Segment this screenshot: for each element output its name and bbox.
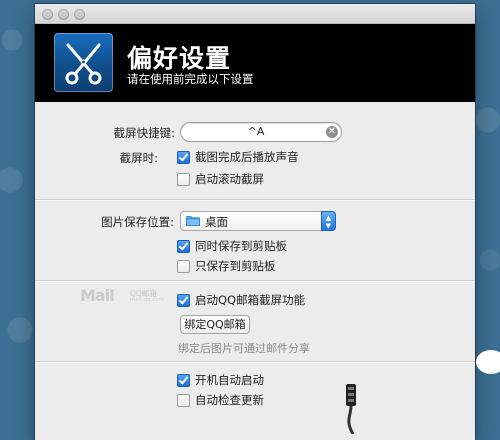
copy-to-clipboard-checkbox[interactable] <box>177 239 190 253</box>
preferences-window: 偏好设置 请在使用前完成以下设置 截屏快捷键: ^A ✕ 截屏时: 截图完成后播… <box>35 4 475 440</box>
launch-at-login-checkbox[interactable] <box>177 373 190 387</box>
bind-qq-mail-button[interactable]: 绑定QQ邮箱 <box>180 315 250 334</box>
qq-mail-capture-label: 启动QQ邮箱截屏功能 <box>195 293 306 307</box>
qq-mail-capture-option[interactable]: 启动QQ邮箱截屏功能 <box>177 292 305 308</box>
page-title: 偏好设置 <box>127 44 232 73</box>
scroll-capture-checkbox[interactable] <box>177 172 190 186</box>
divider <box>35 361 475 362</box>
shortcut-value: ^A <box>247 125 265 138</box>
play-sound-checkbox[interactable] <box>177 150 190 164</box>
close-window-button[interactable] <box>42 9 53 20</box>
title-bar <box>35 4 475 24</box>
launch-at-login-label: 开机自动启动 <box>195 373 264 387</box>
play-sound-label: 截图完成后播放声音 <box>195 150 299 164</box>
page-subtitle: 请在使用前完成以下设置 <box>127 72 254 86</box>
qq-mail-logo: Mail QQ邮箱 mail.qq.com <box>80 286 170 308</box>
copy-to-clipboard-option[interactable]: 同时保存到剪贴板 <box>177 238 287 254</box>
scroll-capture-option[interactable]: 启动滚动截屏 <box>177 171 264 187</box>
save-location-select[interactable]: 桌面 ▲ ▼ <box>180 211 336 231</box>
divider <box>35 280 475 281</box>
shortcut-label: 截屏快捷键: <box>113 126 175 140</box>
capture-label: 截屏时: <box>119 151 158 165</box>
clipboard-only-label: 只保存到剪贴板 <box>195 259 276 273</box>
save-location-label: 图片保存位置: <box>101 215 174 229</box>
copy-to-clipboard-label: 同时保存到剪贴板 <box>195 239 287 253</box>
auto-update-checkbox[interactable] <box>177 393 190 407</box>
qq-mail-capture-checkbox[interactable] <box>177 293 190 307</box>
mail-logo-url: mail.qq.com <box>130 297 165 303</box>
launch-at-login-option[interactable]: 开机自动启动 <box>177 372 264 388</box>
auto-update-label: 自动检查更新 <box>195 393 264 407</box>
shortcut-input[interactable]: ^A ✕ <box>180 122 342 142</box>
scissors-icon <box>54 33 113 92</box>
desktop-cursor-blob <box>476 350 500 374</box>
divider <box>35 199 475 200</box>
chevron-up-down-icon: ▲ ▼ <box>321 211 336 231</box>
clipboard-only-option[interactable]: 只保存到剪贴板 <box>177 258 276 274</box>
scroll-capture-label: 启动滚动截屏 <box>195 172 264 186</box>
bind-hint-text: 绑定后图片可通过邮件分享 <box>178 342 310 355</box>
mail-logo-text: Mail <box>80 286 115 305</box>
clipboard-only-checkbox[interactable] <box>177 259 190 273</box>
folder-icon <box>186 216 200 226</box>
save-location-value: 桌面 <box>205 215 228 229</box>
clear-icon[interactable]: ✕ <box>326 126 338 138</box>
settings-panel: 截屏快捷键: ^A ✕ 截屏时: 截图完成后播放声音 启动滚动截屏 图片保存位置… <box>35 102 475 440</box>
usb-cable-icon <box>346 384 356 434</box>
zoom-window-button[interactable] <box>74 9 85 20</box>
header-banner: 偏好设置 请在使用前完成以下设置 <box>35 24 475 102</box>
minimize-window-button[interactable] <box>58 9 69 20</box>
play-sound-option[interactable]: 截图完成后播放声音 <box>177 149 299 165</box>
auto-update-option[interactable]: 自动检查更新 <box>177 392 264 408</box>
